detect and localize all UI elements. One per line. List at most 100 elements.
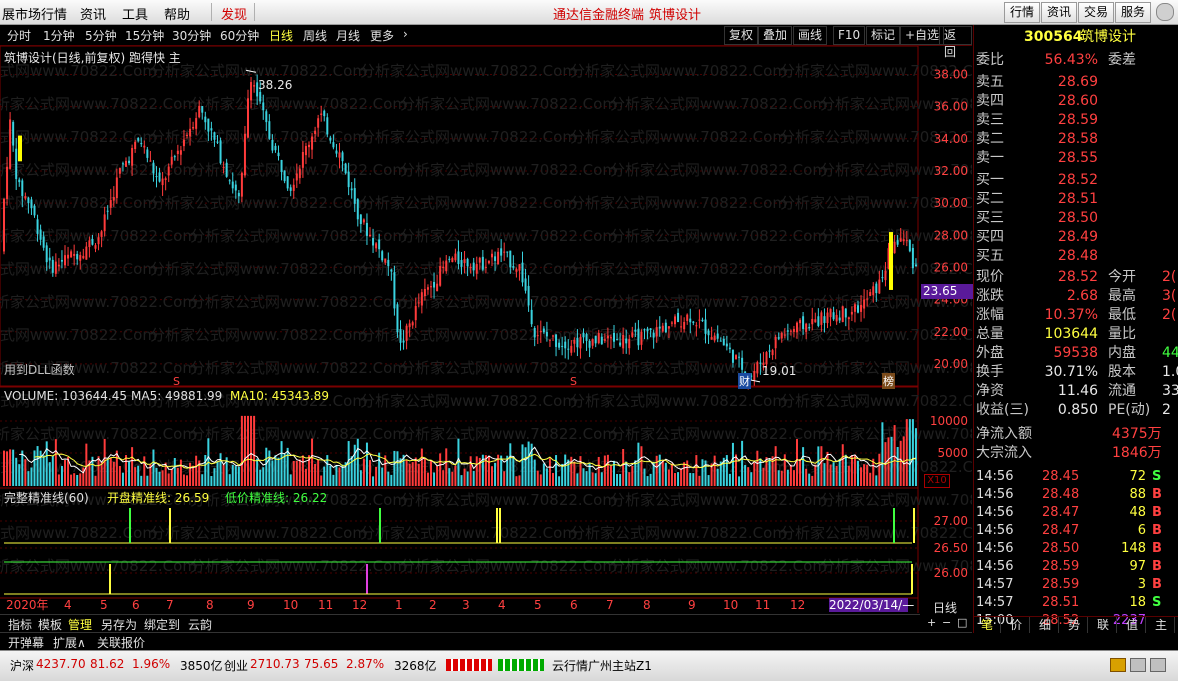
menu-trade-button[interactable]: 交易 [1078, 2, 1115, 23]
stat-value: 10.37% [1044, 307, 1098, 323]
candle-body [164, 178, 167, 180]
menu-market[interactable]: 展市场行情 [2, 4, 67, 23]
tab-yunyun[interactable]: 云韵 [188, 616, 212, 633]
zoom-out-icon[interactable]: − [942, 616, 951, 629]
overlay-button[interactable]: 叠加 [758, 26, 793, 45]
quote-tab[interactable]: 主 [1148, 617, 1175, 633]
period-monthly[interactable]: 月线 [336, 27, 360, 44]
candle-body [613, 332, 615, 342]
menu-info-button[interactable]: 资讯 [1041, 2, 1078, 23]
quote-tab[interactable]: 势 [1061, 617, 1088, 633]
candle-body [247, 98, 249, 138]
kline-chart[interactable]: 分析家公式网www.70822.Com分析家公式网www.70822.Com分析… [0, 46, 972, 630]
candle-body [780, 333, 783, 339]
tab-indicator[interactable]: 指标 [8, 616, 32, 633]
watermark-text: 分析家公式网www.70822.Com [610, 161, 827, 179]
adjust-button[interactable]: 复权 [724, 26, 759, 45]
related-quote-tab[interactable]: 关联报价 [97, 634, 145, 651]
quote-tab[interactable]: 价 [1003, 617, 1030, 633]
add-watchlist-button[interactable]: +自选 [900, 26, 945, 45]
candle-body [100, 231, 103, 238]
stat-value: 2 [1162, 402, 1171, 418]
candle-body [149, 160, 152, 162]
finance-badge[interactable]: 财 [738, 373, 751, 389]
menu-quote-button[interactable]: 行情 [1004, 2, 1041, 23]
ask-row[interactable]: 卖四 28.60 [974, 92, 1178, 110]
quote-tab[interactable]: 笔 [974, 617, 1001, 633]
stat-label: 最高 [1108, 288, 1136, 304]
date-axis-label: 5 [534, 598, 542, 612]
bid-row[interactable]: 买四 28.49 [974, 228, 1178, 246]
tab-template[interactable]: 模板 [38, 616, 62, 633]
fullscreen-icon[interactable]: □ [957, 616, 967, 629]
tab-save-as[interactable]: 另存为 [101, 616, 137, 633]
period-30min[interactable]: 30分钟 [172, 27, 211, 44]
back-button[interactable]: 返回 [939, 26, 972, 59]
draw-button[interactable]: 画线 [793, 26, 828, 45]
period-1min[interactable]: 1分钟 [43, 27, 75, 44]
bid-row[interactable]: 买三 28.50 [974, 209, 1178, 227]
tab-manage[interactable]: 管理 [68, 616, 92, 633]
signal-s-badge[interactable]: S [173, 375, 180, 388]
quote-tab[interactable]: 联 [1090, 617, 1117, 633]
period-15min[interactable]: 15分钟 [125, 27, 164, 44]
signal-bar [18, 135, 22, 162]
period-daily[interactable]: 日线 [269, 27, 293, 44]
server-name[interactable]: 云行情广州主站Z1 [552, 657, 652, 674]
candle-body [881, 277, 884, 279]
period-weekly[interactable]: 周线 [303, 27, 327, 44]
settings-icon[interactable] [1150, 658, 1166, 672]
sh-index-name[interactable]: 沪深 [10, 657, 34, 674]
candle-body [167, 166, 170, 176]
candle-body [222, 167, 225, 169]
ask-row[interactable]: 卖五 28.69 [974, 73, 1178, 91]
candle-body [625, 338, 628, 344]
zoom-in-icon[interactable]: + [927, 616, 936, 629]
menu-service-button[interactable]: 服务 [1115, 2, 1152, 23]
candle-body [597, 333, 600, 344]
window-minimize-icon[interactable] [1156, 3, 1174, 21]
volume-axis-label: 5000 [937, 446, 968, 460]
candle-body [561, 345, 564, 347]
period-more[interactable]: 更多 [370, 27, 394, 44]
quote-tab[interactable]: 值 [1119, 617, 1146, 633]
period-5min[interactable]: 5分钟 [85, 27, 117, 44]
more-arrow-icon[interactable]: › [403, 27, 408, 41]
quote-panel: 300564 筑博设计 委比 56.43% 委差 卖五 28.69 卖四 28.… [973, 25, 1178, 633]
menu-news[interactable]: 资讯 [80, 4, 106, 23]
candle-body [844, 308, 847, 318]
signal-s-badge[interactable]: S [570, 375, 577, 388]
period-60min[interactable]: 60分钟 [220, 27, 259, 44]
candle-body [829, 308, 832, 318]
candle-body [491, 253, 493, 258]
quote-tab[interactable]: 细 [1032, 617, 1059, 633]
bid-row[interactable]: 买二 28.51 [974, 190, 1178, 208]
watermark-text: 分析家公式网www.70822.Com [400, 161, 617, 179]
period-timeshare[interactable]: 分时 [7, 27, 31, 44]
menu-discover[interactable]: 发现 [221, 4, 247, 23]
menu-help[interactable]: 帮助 [164, 4, 190, 23]
danmaku-toggle[interactable]: 开弹幕 [8, 634, 44, 651]
ranking-badge[interactable]: 榜 [882, 373, 895, 389]
watermark-text: 分析家公式网www.70822.Com [780, 392, 972, 410]
ask-row[interactable]: 卖二 28.58 [974, 130, 1178, 148]
ask-row[interactable]: 卖一 28.55 [974, 149, 1178, 167]
bid-label: 买二 [976, 191, 1004, 207]
candle-body [536, 335, 539, 337]
candle-body [51, 259, 54, 273]
stat-label: PE(动) [1108, 402, 1151, 418]
message-icon[interactable] [1130, 658, 1146, 672]
menu-tools[interactable]: 工具 [122, 4, 148, 23]
expand-toggle[interactable]: 扩展∧ [53, 634, 86, 651]
mark-button[interactable]: 标记 [866, 26, 901, 45]
bid-row[interactable]: 买一 28.52 [974, 171, 1178, 189]
bid-row[interactable]: 买五 28.48 [974, 247, 1178, 265]
ask-row[interactable]: 卖三 28.59 [974, 111, 1178, 129]
tab-bind-to[interactable]: 绑定到 [144, 616, 180, 633]
window-stock-name: 筑博设计 [649, 8, 702, 23]
candle-body [295, 173, 298, 181]
lock-icon[interactable] [1110, 658, 1126, 672]
cy-index-name[interactable]: 创业 [224, 657, 248, 674]
f10-button[interactable]: F10 [833, 26, 866, 45]
date-axis-label: 12 [790, 598, 805, 612]
